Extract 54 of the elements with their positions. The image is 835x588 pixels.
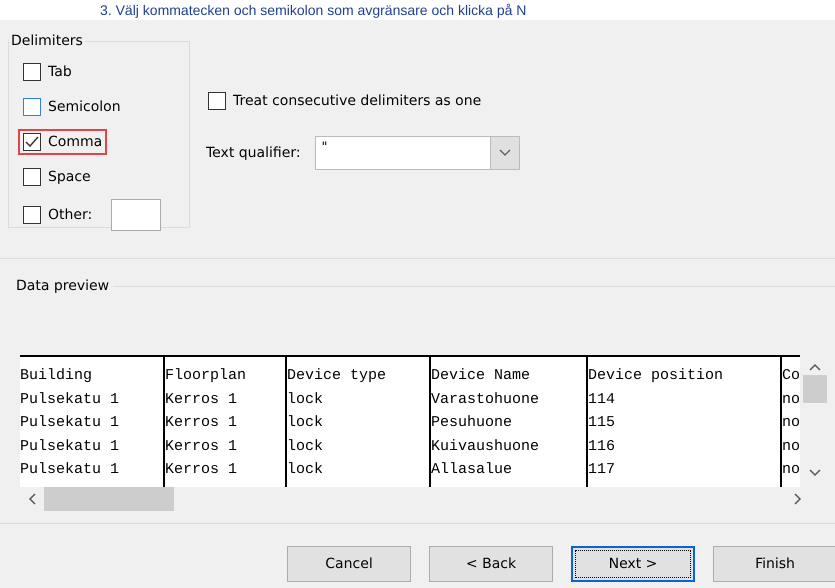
dialog-button[interactable]: Finish bbox=[713, 546, 835, 582]
table-cell-text: 114 bbox=[588, 390, 616, 410]
checkbox-option[interactable]: Other: bbox=[18, 202, 98, 228]
table-cell-text: Building bbox=[20, 366, 94, 386]
scroll-down-icon[interactable] bbox=[809, 469, 821, 477]
table-cell-text: Kerros 1 bbox=[165, 436, 238, 456]
checkbox-option[interactable]: Tab bbox=[18, 59, 77, 85]
checkbox-option[interactable]: Semicolon bbox=[18, 94, 126, 120]
dialog-button[interactable]: Next > bbox=[571, 546, 695, 582]
scrollbar-thumb[interactable] bbox=[803, 375, 827, 403]
qualifier-dropdown[interactable]: " bbox=[314, 136, 520, 170]
table-cell-text: Pulsekatu 1 bbox=[20, 460, 120, 480]
table-cell-text: no bbox=[782, 390, 800, 410]
table-cell-text: lock bbox=[287, 413, 324, 433]
table-cell-text: Floorplan bbox=[165, 366, 248, 386]
scrollbar-thumb[interactable] bbox=[44, 487, 174, 511]
checkbox-option[interactable]: Comma bbox=[18, 129, 108, 155]
table-cell-text: Pulsekatu 1 bbox=[20, 390, 120, 410]
scroll-left-icon[interactable] bbox=[28, 493, 36, 505]
table-cell-text: Allasalue bbox=[431, 460, 514, 480]
chevron-down-icon bbox=[498, 149, 511, 157]
table-cell-text: lock bbox=[287, 460, 324, 480]
table-cell-text: Pesuhuone bbox=[431, 413, 514, 433]
scroll-up-icon[interactable] bbox=[809, 363, 821, 371]
table-cell-text: lock bbox=[287, 436, 324, 456]
dialog-button[interactable]: Cancel bbox=[287, 546, 411, 582]
scroll-right-icon[interactable] bbox=[794, 493, 802, 505]
table-cell-text: 116 bbox=[588, 436, 616, 456]
check-icon bbox=[25, 136, 39, 148]
other-input-field[interactable] bbox=[111, 199, 162, 231]
table-cell-text: Device type bbox=[287, 366, 388, 386]
field-label: Text qualifier: bbox=[206, 145, 301, 161]
table-cell-text: Kerros 1 bbox=[165, 460, 238, 480]
table-cell-text: Kuivaushuone bbox=[431, 436, 540, 456]
table-cell-text: lock bbox=[287, 390, 324, 410]
table-cell-text: Pulsekatu 1 bbox=[20, 413, 120, 433]
table-cell-text: Kerros 1 bbox=[165, 390, 238, 410]
table-cell-text: Kerros 1 bbox=[165, 413, 238, 433]
table-cell-text: no bbox=[782, 413, 800, 433]
table-cell-text: Device Name bbox=[431, 366, 532, 386]
caption-text: 3. Välj kommatecken och semikolon som avgränsare och klicka på N bbox=[100, 2, 526, 18]
checkbox-option[interactable]: Space bbox=[18, 164, 96, 190]
table-cell-text: 115 bbox=[588, 413, 616, 433]
table-cell-text: no bbox=[782, 460, 800, 480]
table-cell-text: Pulsekatu 1 bbox=[20, 436, 120, 456]
table-cell-text: Device position bbox=[588, 366, 724, 386]
group-title: Delimiters bbox=[10, 33, 84, 49]
table-cell-text: Varastohuone bbox=[431, 390, 540, 410]
table-cell-text: 117 bbox=[588, 460, 616, 480]
table-cell-text: no bbox=[782, 436, 800, 456]
table-cell-text: Co bbox=[782, 366, 800, 386]
checkbox-option[interactable]: Treat consecutive delimiters as one bbox=[203, 88, 520, 114]
section-title: Data preview bbox=[15, 278, 110, 294]
dialog-button[interactable]: < Back bbox=[429, 546, 553, 582]
